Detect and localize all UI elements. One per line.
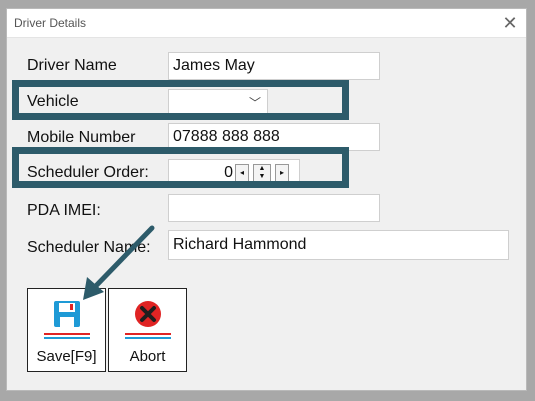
window-title: Driver Details <box>14 16 87 30</box>
driver-details-dialog: Driver Details ✕ Driver Name James May V… <box>6 8 527 391</box>
abort-underline-decoration-2 <box>125 337 171 339</box>
abort-underline-decoration <box>125 333 171 335</box>
driver-name-label: Driver Name <box>27 57 117 74</box>
vehicle-highlight-box <box>12 80 349 120</box>
driver-name-input[interactable]: James May <box>168 52 380 80</box>
save-button-label: Save[F9] <box>36 348 97 365</box>
pda-imei-label: PDA IMEI: <box>27 202 101 219</box>
title-bar: Driver Details ✕ <box>7 9 526 38</box>
abort-button[interactable]: Abort <box>108 288 187 372</box>
mobile-number-label: Mobile Number <box>27 129 136 146</box>
scheduler-name-label: Scheduler Name: <box>27 239 151 256</box>
save-underline-decoration-2 <box>44 337 90 339</box>
floppy-disk-icon <box>54 301 80 327</box>
pda-imei-input[interactable] <box>168 194 380 222</box>
save-underline-decoration <box>44 333 90 335</box>
save-button[interactable]: Save[F9] <box>27 288 106 372</box>
red-x-icon <box>135 301 161 327</box>
close-icon[interactable]: ✕ <box>498 12 522 34</box>
scheduler-name-input[interactable]: Richard Hammond <box>168 230 509 260</box>
abort-button-label: Abort <box>129 348 166 365</box>
scheduler-order-highlight-box <box>12 147 349 188</box>
